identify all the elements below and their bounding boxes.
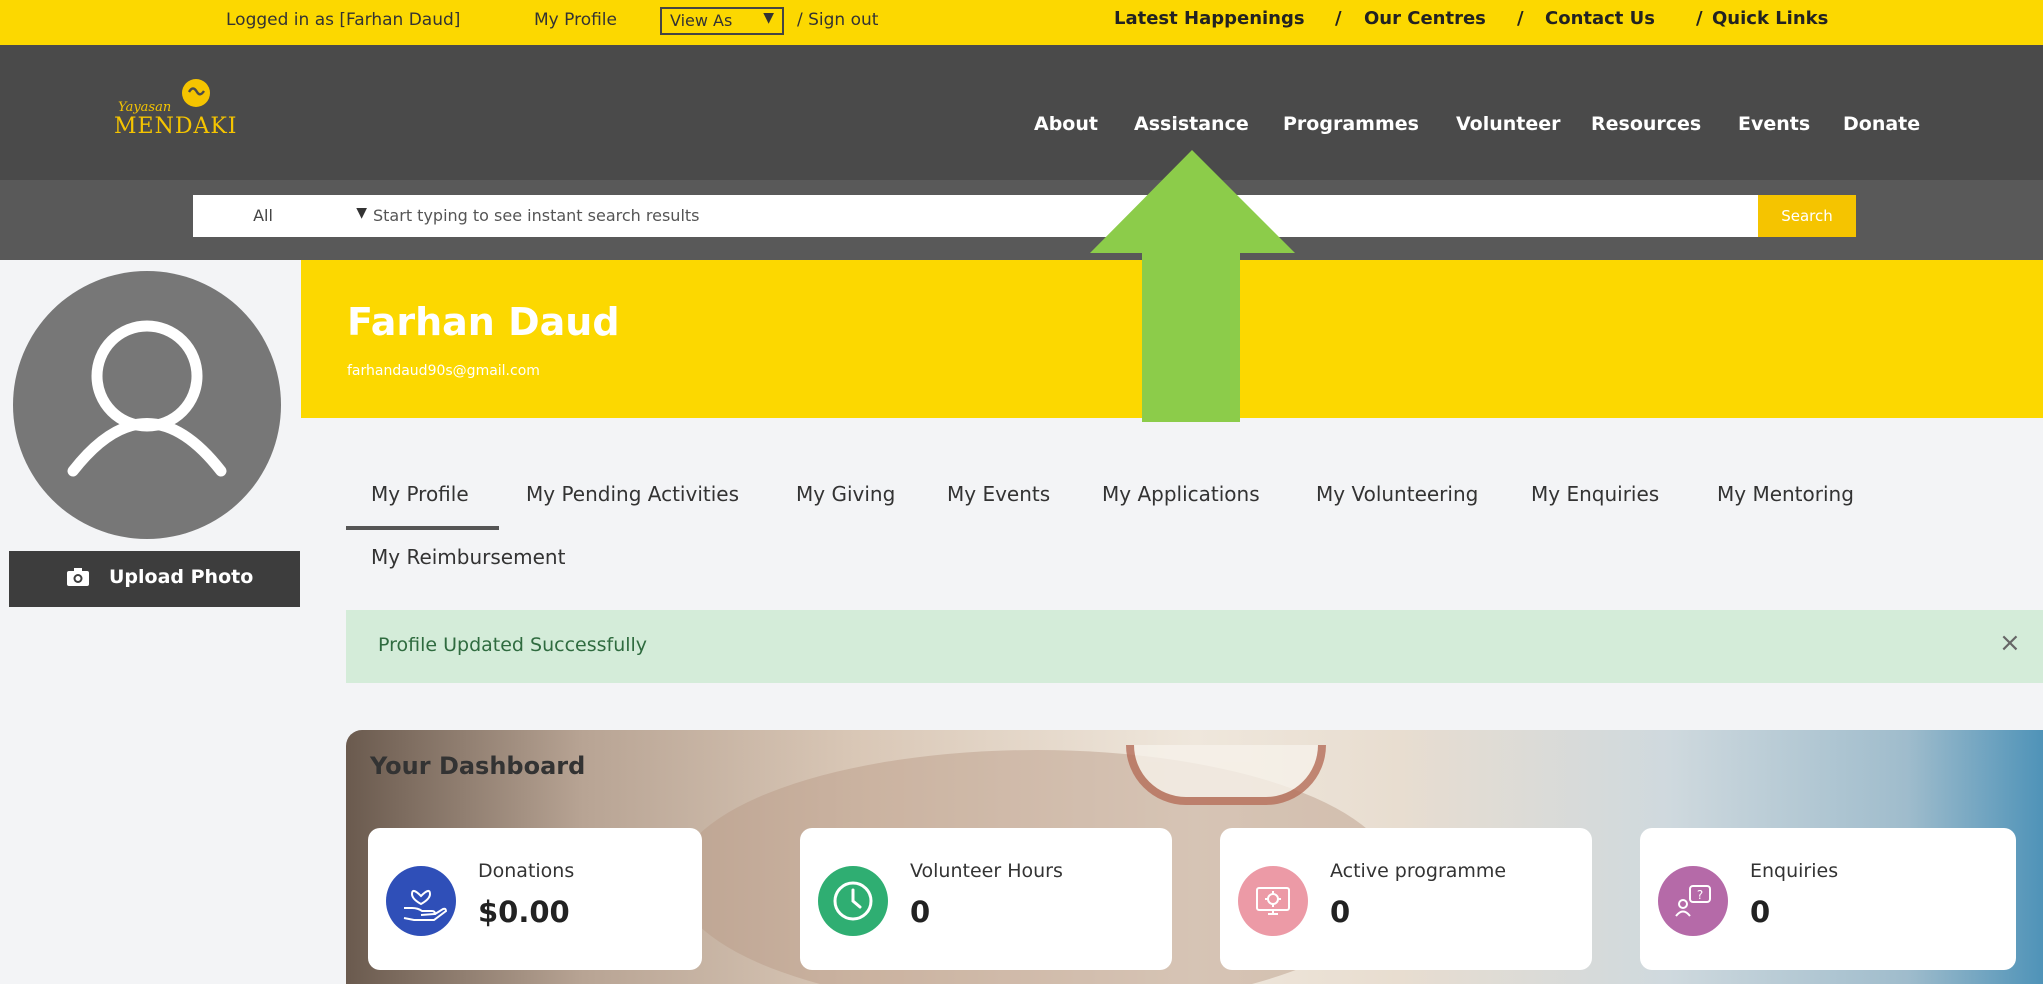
profile-name: Farhan Daud <box>347 300 620 344</box>
card-label: Volunteer Hours <box>910 860 1063 882</box>
active-tab-indicator <box>346 526 499 530</box>
avatar <box>13 271 281 539</box>
gear-monitor-icon <box>1238 866 1308 936</box>
latest-happenings-link[interactable]: Latest Happenings <box>1114 8 1305 29</box>
card-label: Enquiries <box>1750 860 1839 882</box>
tab-my-pending-activities[interactable]: My Pending Activities <box>526 482 739 506</box>
nav-about[interactable]: About <box>1034 113 1098 135</box>
nav-programmes[interactable]: Programmes <box>1283 113 1419 135</box>
card-value: 0 <box>910 895 931 929</box>
question-chat-icon: ? <box>1658 866 1728 936</box>
view-as-select[interactable]: View As ▼ <box>660 7 784 35</box>
card-value: $0.00 <box>478 895 570 929</box>
tab-my-applications[interactable]: My Applications <box>1102 482 1260 506</box>
top-utility-bar: Logged in as [Farhan Daud] My Profile Vi… <box>0 0 2043 45</box>
chevron-down-icon: ▼ <box>356 205 367 221</box>
tab-my-profile[interactable]: My Profile <box>371 482 469 506</box>
dashboard-panel: Your Dashboard Donations $0.00 Volunteer… <box>346 730 2043 984</box>
search-category-select[interactable]: All ▼ <box>193 195 373 237</box>
tab-my-reimbursement[interactable]: My Reimbursement <box>371 545 565 569</box>
my-profile-link[interactable]: My Profile <box>534 10 617 30</box>
svg-text:?: ? <box>1697 888 1703 902</box>
logo-tagline: Yayasan <box>118 100 172 115</box>
tab-my-volunteering[interactable]: My Volunteering <box>1316 482 1478 506</box>
tab-my-enquiries[interactable]: My Enquiries <box>1531 482 1659 506</box>
logo-wordmark: MENDAKI <box>114 114 238 139</box>
search-category-value: All <box>253 206 273 225</box>
mendaki-logo[interactable]: Yayasan MENDAKI <box>110 70 270 140</box>
close-icon[interactable]: × <box>1999 628 2043 658</box>
our-centres-link[interactable]: Our Centres <box>1364 8 1486 29</box>
tab-my-giving[interactable]: My Giving <box>796 482 895 506</box>
separator: / <box>1335 8 1342 29</box>
profile-email: farhandaud90s@gmail.com <box>347 363 540 379</box>
search-button[interactable]: Search <box>1758 195 1856 237</box>
quick-links-link[interactable]: Quick Links <box>1712 8 1828 29</box>
nav-volunteer[interactable]: Volunteer <box>1456 113 1561 135</box>
enquiries-card[interactable]: ? Enquiries 0 <box>1640 828 2016 970</box>
active-programme-card[interactable]: Active programme 0 <box>1220 828 1592 970</box>
success-alert: Profile Updated Successfully × <box>346 610 2043 683</box>
card-value: 0 <box>1750 895 1771 929</box>
view-as-label: View As <box>670 11 733 30</box>
main-header: Yayasan MENDAKI About Assistance Program… <box>0 45 2043 180</box>
card-label: Donations <box>478 860 575 882</box>
card-label: Active programme <box>1330 860 1507 882</box>
alert-message: Profile Updated Successfully <box>378 634 648 656</box>
logged-in-text: Logged in as [Farhan Daud] <box>226 10 461 30</box>
nav-resources[interactable]: Resources <box>1591 113 1701 135</box>
search-input[interactable]: Start typing to see instant search resul… <box>373 195 1758 237</box>
tab-my-events[interactable]: My Events <box>947 482 1050 506</box>
card-value: 0 <box>1330 895 1351 929</box>
search-placeholder: Start typing to see instant search resul… <box>373 206 700 225</box>
tab-my-mentoring[interactable]: My Mentoring <box>1717 482 1854 506</box>
nav-assistance[interactable]: Assistance <box>1134 113 1249 135</box>
contact-us-link[interactable]: Contact Us <box>1545 8 1655 29</box>
hand-heart-icon <box>386 866 456 936</box>
upload-photo-label: Upload Photo <box>109 566 254 588</box>
donations-card[interactable]: Donations $0.00 <box>368 828 702 970</box>
camera-icon <box>67 568 89 586</box>
volunteer-hours-card[interactable]: Volunteer Hours 0 <box>800 828 1172 970</box>
upload-photo-button[interactable]: Upload Photo <box>9 551 300 607</box>
clock-icon <box>818 866 888 936</box>
separator: / <box>1517 8 1524 29</box>
nav-donate[interactable]: Donate <box>1843 113 1920 135</box>
sign-out-link[interactable]: / Sign out <box>797 10 878 30</box>
nav-events[interactable]: Events <box>1738 113 1810 135</box>
dashboard-background-image <box>1126 745 1326 805</box>
search-bar: All ▼ Start typing to see instant search… <box>0 180 2043 260</box>
arrow-up-icon <box>1090 150 1295 422</box>
separator: / <box>1696 8 1703 29</box>
chevron-down-icon: ▼ <box>763 10 774 26</box>
dashboard-title: Your Dashboard <box>370 752 586 780</box>
user-icon <box>67 320 227 477</box>
